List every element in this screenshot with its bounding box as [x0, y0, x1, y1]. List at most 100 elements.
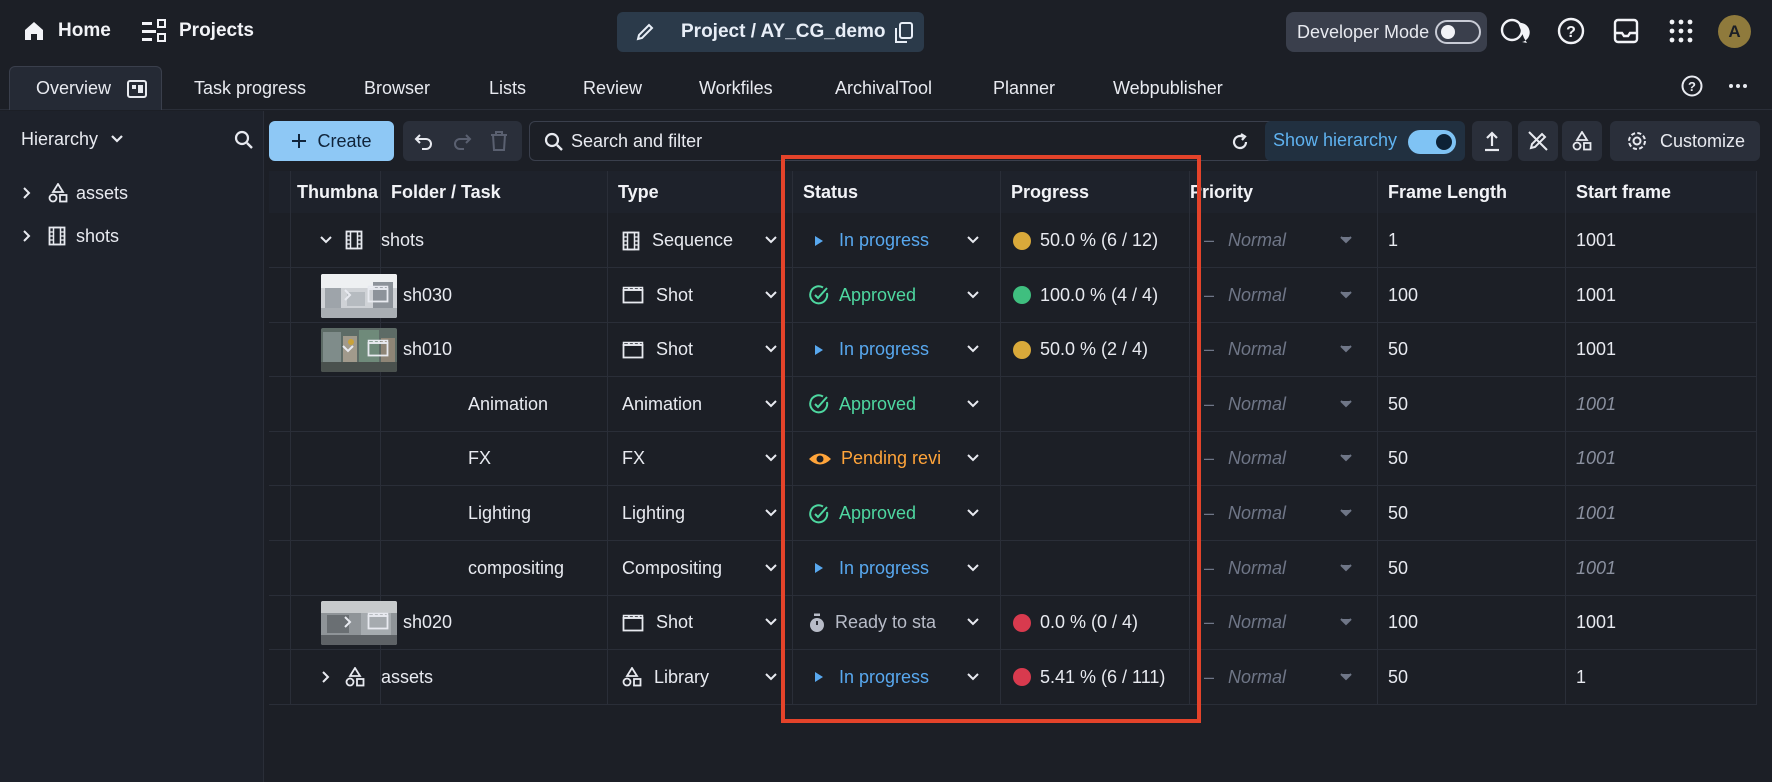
developer-mode-toggle[interactable]: Developer Mode — [1286, 12, 1487, 52]
frame-length-cell[interactable]: 50 — [1378, 540, 1566, 596]
more-icon[interactable] — [1726, 74, 1750, 98]
start-frame-cell[interactable]: 1001 — [1566, 322, 1757, 378]
start-frame-cell[interactable]: 1001 — [1566, 376, 1757, 432]
chevron-down-icon[interactable] — [341, 344, 355, 354]
chevron-down-icon[interactable] — [319, 235, 333, 245]
chevron-down-icon[interactable] — [764, 453, 778, 463]
priority-cell[interactable]: – Normal — [1190, 649, 1378, 705]
chevron-right-icon[interactable] — [343, 615, 353, 629]
shapes-button[interactable] — [1562, 121, 1602, 161]
folder-task-cell[interactable]: sh020 — [344, 595, 608, 651]
column-header-priority[interactable]: Priority — [1190, 171, 1378, 213]
frame-length-cell[interactable]: 50 — [1378, 431, 1566, 487]
priority-cell[interactable]: – Normal — [1190, 595, 1378, 651]
tab-webpublisher[interactable]: Webpublisher — [1113, 66, 1223, 110]
priority-cell[interactable]: – Normal — [1190, 376, 1378, 432]
priority-cell[interactable]: – Normal — [1190, 431, 1378, 487]
avatar[interactable]: A — [1718, 15, 1751, 48]
column-header-start-frame[interactable]: Start frame — [1566, 171, 1757, 213]
expand-toggle[interactable] — [423, 393, 445, 415]
chevron-down-icon[interactable] — [764, 508, 778, 518]
type-cell[interactable]: Shot — [608, 322, 793, 378]
sidebar-item-shots[interactable]: shots — [22, 221, 119, 251]
row-select-cell[interactable] — [269, 376, 291, 432]
row-select-cell[interactable] — [269, 322, 291, 378]
type-cell[interactable]: Animation — [608, 376, 793, 432]
chevron-down-icon[interactable] — [764, 235, 778, 245]
folder-task-cell[interactable]: assets — [322, 649, 608, 705]
chevron-down-icon[interactable] — [1339, 617, 1353, 627]
tab-planner[interactable]: Planner — [993, 66, 1055, 110]
row-select-cell[interactable] — [269, 649, 291, 705]
hierarchy-dropdown[interactable]: Hierarchy — [21, 129, 98, 150]
tab-browser[interactable]: Browser — [364, 66, 430, 110]
start-frame-cell[interactable]: 1001 — [1566, 595, 1757, 651]
sidebar-item-assets[interactable]: assets — [22, 178, 128, 208]
projects-link[interactable]: Projects — [141, 16, 254, 46]
project-selector[interactable]: Project / AY_CG_demo — [617, 12, 924, 52]
type-cell[interactable]: Shot — [608, 595, 793, 651]
row-select-cell[interactable] — [269, 540, 291, 596]
type-cell[interactable]: Library — [608, 649, 793, 705]
type-cell[interactable]: Sequence — [608, 213, 793, 268]
help-icon[interactable]: ? — [1680, 74, 1704, 98]
tab-review[interactable]: Review — [583, 66, 642, 110]
frame-length-cell[interactable]: 50 — [1378, 322, 1566, 378]
frame-length-cell[interactable]: 1 — [1378, 213, 1566, 268]
chevron-down-icon[interactable] — [1339, 563, 1353, 573]
chevron-down-icon[interactable] — [1339, 290, 1353, 300]
chevron-right-icon[interactable] — [22, 229, 32, 243]
chevron-down-icon[interactable] — [1339, 399, 1353, 409]
folder-task-cell[interactable]: sh010 — [342, 322, 608, 378]
edit-off-button[interactable] — [1518, 121, 1558, 161]
expand-toggle[interactable] — [337, 338, 359, 360]
start-frame-cell[interactable]: 1 — [1566, 649, 1757, 705]
customize-button[interactable]: Customize — [1610, 121, 1760, 161]
chevron-right-icon[interactable] — [22, 186, 32, 200]
expand-toggle[interactable] — [423, 557, 445, 579]
frame-length-cell[interactable]: 50 — [1378, 486, 1566, 541]
folder-task-cell[interactable]: Lighting — [381, 486, 608, 541]
chevron-down-icon[interactable] — [764, 617, 778, 627]
frame-length-cell[interactable]: 50 — [1378, 376, 1566, 432]
type-cell[interactable]: Shot — [608, 267, 793, 323]
folder-task-cell[interactable]: compositing — [381, 540, 608, 596]
frame-length-cell[interactable]: 100 — [1378, 595, 1566, 651]
chevron-down-icon[interactable] — [764, 344, 778, 354]
search-input[interactable]: Search and filter — [571, 131, 702, 152]
chevron-down-icon[interactable] — [764, 290, 778, 300]
column-header-type[interactable]: Type — [608, 171, 793, 213]
expand-toggle[interactable] — [337, 611, 359, 633]
tab-task-progress[interactable]: Task progress — [194, 66, 306, 110]
inbox-icon[interactable] — [1611, 16, 1641, 46]
chat-icon[interactable] — [1500, 16, 1530, 46]
folder-task-cell[interactable]: sh030 — [344, 267, 608, 323]
priority-cell[interactable]: – Normal — [1190, 540, 1378, 596]
expand-toggle[interactable] — [423, 447, 445, 469]
search-icon[interactable] — [234, 130, 254, 150]
type-cell[interactable]: FX — [608, 431, 793, 487]
show-hierarchy-toggle[interactable]: Show hierarchy — [1265, 121, 1465, 161]
chevron-down-icon[interactable] — [1339, 508, 1353, 518]
tab-lists[interactable]: Lists — [489, 66, 526, 110]
tab-overview[interactable]: Overview — [9, 66, 163, 110]
redo-icon[interactable] — [452, 131, 472, 151]
chevron-down-icon[interactable] — [1339, 453, 1353, 463]
frame-length-cell[interactable]: 50 — [1378, 649, 1566, 705]
row-select-cell[interactable] — [269, 595, 291, 651]
start-frame-cell[interactable]: 1001 — [1566, 431, 1757, 487]
upload-button[interactable] — [1472, 121, 1512, 161]
copy-icon[interactable] — [894, 22, 914, 44]
refresh-icon[interactable] — [1230, 132, 1250, 152]
tab-workfiles[interactable]: Workfiles — [699, 66, 773, 110]
start-frame-cell[interactable]: 1001 — [1566, 267, 1757, 323]
delete-icon[interactable] — [490, 131, 508, 151]
start-frame-cell[interactable]: 1001 — [1566, 540, 1757, 596]
create-button[interactable]: Create — [269, 121, 394, 161]
help-icon[interactable]: ? — [1556, 16, 1586, 46]
column-header-folder-task[interactable]: Folder / Task — [381, 171, 608, 213]
row-select-cell[interactable] — [269, 431, 291, 487]
apps-grid-icon[interactable] — [1666, 16, 1696, 46]
chevron-right-icon[interactable] — [343, 288, 353, 302]
priority-cell[interactable]: – Normal — [1190, 322, 1378, 378]
